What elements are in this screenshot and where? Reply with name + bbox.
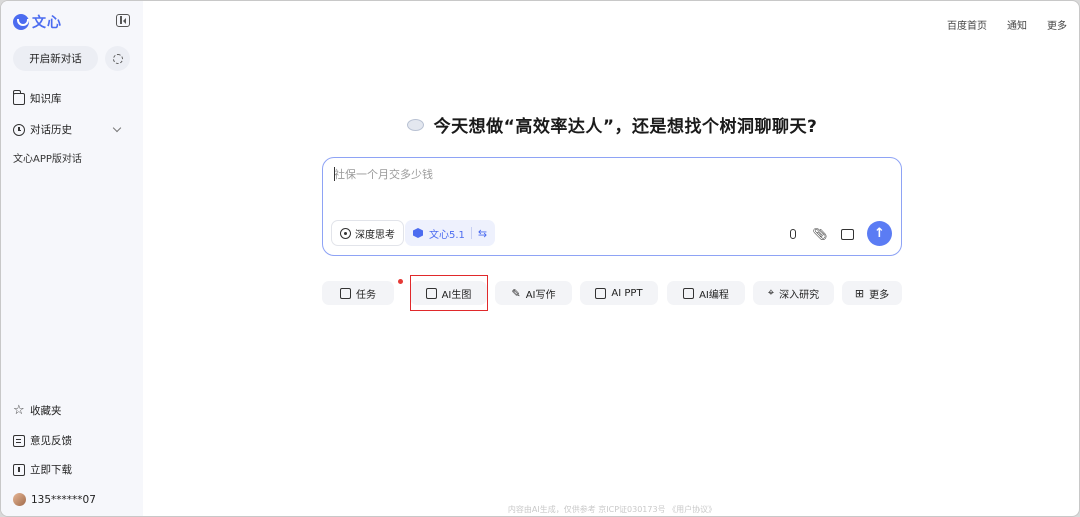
sidebar-item-label: 知识库: [30, 93, 62, 105]
sidebar-item-knowledge-base[interactable]: 知识库: [12, 89, 62, 106]
chip-deep-research[interactable]: ⌖ 深入研究: [753, 281, 834, 305]
chip-ai-writing[interactable]: ✎ AI写作: [495, 281, 572, 305]
chip-more[interactable]: ⊞ 更多: [842, 281, 902, 305]
link-more[interactable]: 更多: [1047, 17, 1067, 32]
notification-dot: [398, 279, 403, 284]
divider: [470, 227, 472, 239]
user-profile[interactable]: 135******07: [13, 493, 96, 506]
new-chat-button[interactable]: 开启新对话: [13, 46, 98, 71]
sidebar-item-label: 意见反馈: [30, 435, 72, 447]
task-icon: [340, 287, 351, 299]
sidebar-item-download[interactable]: 立即下载: [13, 462, 72, 477]
telescope-icon: ⌖: [767, 286, 775, 299]
collapse-sidebar-icon[interactable]: [116, 14, 130, 27]
magic-pen-icon: ✎: [511, 286, 521, 300]
folder-icon: [12, 89, 25, 105]
arrow-up-icon: ↑: [874, 226, 885, 241]
link-baidu-home[interactable]: 百度首页: [947, 17, 987, 32]
chip-label: 任务: [356, 289, 376, 301]
chip-label: 深入研究: [779, 289, 820, 301]
chip-label: AI编程: [699, 289, 729, 301]
chat-input-box[interactable]: 深度思考 文心5.1 ⇆ 📎︎ ↑: [322, 157, 902, 256]
grid-plus-icon: ⊞: [854, 286, 865, 300]
user-name: 135******07: [31, 493, 96, 506]
feedback-icon: [13, 434, 25, 447]
wenxin-logo-icon: [13, 14, 29, 30]
footer-disclaimer: 内容由AI生成，仅供参考 京ICP证030173号 《用户协议》: [507, 505, 717, 514]
sidebar-item-feedback[interactable]: 意见反馈: [13, 433, 72, 448]
download-icon: [13, 463, 25, 476]
chat-bubble-icon: [406, 118, 424, 131]
top-links: 百度首页 通知 更多: [947, 17, 1067, 32]
paperclip-icon: 📎︎: [812, 227, 828, 241]
sidebar-item-app-chat[interactable]: 文心APP版对话: [13, 150, 82, 165]
microphone-button[interactable]: [786, 227, 800, 241]
refresh-icon: [112, 53, 123, 64]
browser-window: 文心 开启新对话 知识库 对话历史 文心APP版对话 ☆ 收藏夹 意见反馈 立即…: [0, 0, 1080, 517]
chip-label: AI写作: [525, 289, 556, 301]
chat-input[interactable]: [334, 167, 874, 180]
welcome-headline: 今天想做“高效率达人”，还是想找个树洞聊聊天?: [1, 112, 1079, 137]
ppt-icon: [595, 287, 607, 299]
headline-text: 今天想做“高效率达人”，还是想找个树洞聊聊天?: [433, 117, 818, 137]
highlight-box: [410, 275, 488, 311]
send-button[interactable]: ↑: [867, 221, 892, 246]
chip-ai-ppt[interactable]: AI PPT: [580, 281, 658, 305]
model-selector[interactable]: 文心5.1 ⇆: [405, 220, 496, 246]
model-hex-icon: [413, 228, 423, 238]
sidebar: 文心 开启新对话 知识库 对话历史 文心APP版对话 ☆ 收藏夹 意见反馈 立即…: [1, 1, 143, 516]
image-upload-button[interactable]: [840, 227, 854, 241]
code-icon: [683, 287, 695, 299]
avatar: [13, 493, 26, 506]
logo[interactable]: 文心: [13, 12, 62, 32]
refresh-button[interactable]: [105, 46, 130, 71]
deep-think-label: 深度思考: [355, 229, 395, 241]
microphone-icon: [790, 229, 796, 239]
swap-icon[interactable]: ⇆: [478, 227, 487, 240]
link-notifications[interactable]: 通知: [1007, 17, 1027, 32]
text-caret: [334, 167, 335, 181]
deep-think-button[interactable]: 深度思考: [331, 220, 404, 246]
sidebar-item-favorites[interactable]: ☆ 收藏夹: [13, 403, 62, 418]
image-icon: [840, 228, 854, 240]
star-icon: ☆: [13, 402, 25, 418]
chip-ai-coding[interactable]: AI编程: [667, 281, 745, 305]
atom-icon: [340, 227, 351, 239]
sidebar-item-label: 收藏夹: [30, 405, 62, 417]
chip-task[interactable]: 任务: [322, 281, 394, 305]
attach-button[interactable]: 📎︎: [812, 227, 828, 241]
chip-label: 更多: [869, 289, 890, 301]
model-name: 文心5.1: [429, 229, 465, 241]
chip-label: AI PPT: [611, 287, 643, 299]
sidebar-item-label: 立即下载: [30, 464, 72, 476]
logo-text: 文心: [32, 15, 62, 31]
